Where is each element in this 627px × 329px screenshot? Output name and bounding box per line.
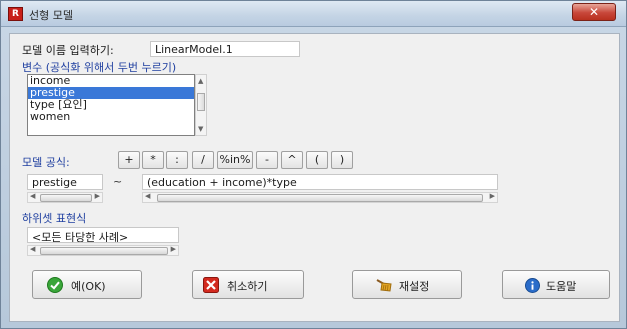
help-label: 도움말 [546,280,577,293]
scroll-left-icon[interactable]: ◀ [30,192,35,200]
model-name-label: 모델 이름 입력하기: [22,44,114,57]
broom-icon [376,279,392,292]
cancel-label: 취소하기 [227,280,268,293]
open-paren-button[interactable]: ( [306,151,328,169]
tilde-label: ~ [113,175,123,188]
lhs-scrollbar[interactable]: ◀ ▶ [27,192,103,203]
scroll-thumb[interactable] [157,194,483,202]
reset-button[interactable]: 재설정 [352,270,462,299]
subset-input[interactable]: <모든 타당한 사례> [27,227,179,243]
help-button[interactable]: 도움말 [502,270,610,299]
plus-operator-button[interactable]: + [118,151,140,169]
window-title: 선형 모델 [29,9,73,22]
model-name-input[interactable]: LinearModel.1 [150,41,300,57]
close-button[interactable]: ✕ [572,3,616,21]
colon-operator-button[interactable]: : [166,151,188,169]
scroll-left-icon[interactable]: ◀ [30,245,35,253]
variables-listbox[interactable]: income prestige type [요인] women [27,74,195,136]
close-icon: ✕ [588,5,600,19]
operator-toolbar: + * : / %in% - ^ ( ) [118,151,418,169]
scroll-right-icon[interactable]: ▶ [95,192,100,200]
lhs-input[interactable]: prestige [27,174,103,190]
dialog-window: R 선형 모델 ✕ 모델 이름 입력하기: LinearModel.1 변수 (… [0,0,627,329]
close-paren-button[interactable]: ) [331,151,353,169]
times-operator-button[interactable]: * [142,151,164,169]
subset-label: 하위셋 표현식 [22,212,87,225]
scroll-left-icon[interactable]: ◀ [145,192,150,200]
minus-operator-button[interactable]: - [256,151,278,169]
variables-label: 변수 (공식화 위해서 두번 누르기) [22,61,177,74]
in-operator-button[interactable]: %in% [217,151,253,169]
subset-scrollbar[interactable]: ◀ ▶ [27,245,179,256]
formula-label: 모델 공식: [22,156,70,169]
x-icon [203,277,219,293]
scroll-down-icon[interactable]: ▼ [198,125,203,133]
info-icon [525,278,540,293]
scroll-up-icon[interactable]: ▲ [198,77,203,85]
rhs-input[interactable]: (education + income)*type [142,174,498,190]
dialog-body: 모델 이름 입력하기: LinearModel.1 변수 (공식화 위해서 두번… [9,33,620,322]
variables-scrollbar[interactable]: ▲ ▼ [195,74,207,136]
ok-label: 예(OK) [71,280,106,293]
scroll-right-icon[interactable]: ▶ [171,245,176,253]
ok-button[interactable]: 예(OK) [32,270,142,299]
scroll-thumb[interactable] [40,194,92,202]
reset-label: 재설정 [399,280,430,293]
rhs-scrollbar[interactable]: ◀ ▶ [142,192,498,203]
slash-operator-button[interactable]: / [192,151,214,169]
scroll-thumb[interactable] [40,247,168,255]
scroll-right-icon[interactable]: ▶ [490,192,495,200]
r-app-icon: R [8,7,23,21]
check-icon [47,277,63,293]
cancel-button[interactable]: 취소하기 [192,270,304,299]
caret-operator-button[interactable]: ^ [281,151,303,169]
scroll-thumb[interactable] [197,93,205,111]
list-item[interactable]: women [28,111,194,123]
title-bar[interactable]: R 선형 모델 ✕ [1,1,626,27]
